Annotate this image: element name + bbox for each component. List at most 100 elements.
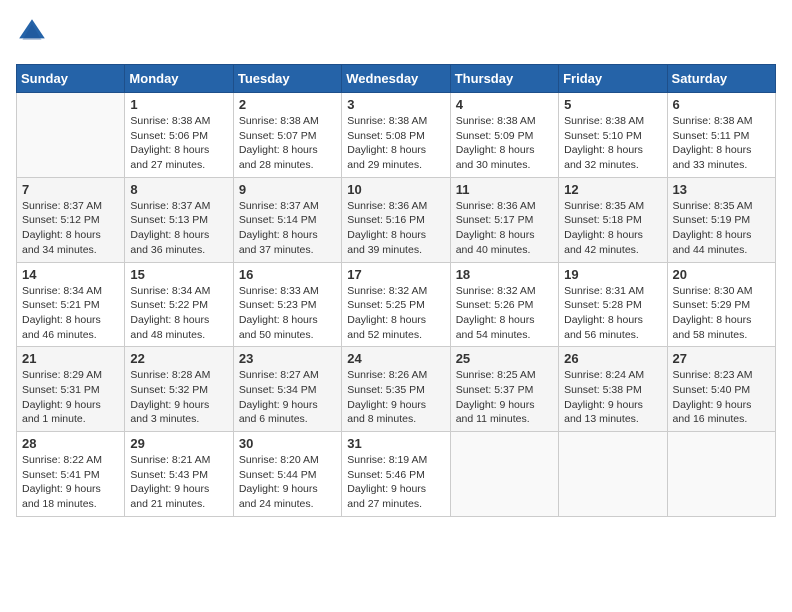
day-number: 6	[673, 97, 770, 112]
day-number: 28	[22, 436, 119, 451]
day-info: Sunrise: 8:31 AM Sunset: 5:28 PM Dayligh…	[564, 284, 661, 343]
day-info: Sunrise: 8:29 AM Sunset: 5:31 PM Dayligh…	[22, 368, 119, 427]
day-info: Sunrise: 8:35 AM Sunset: 5:18 PM Dayligh…	[564, 199, 661, 258]
day-number: 31	[347, 436, 444, 451]
calendar-cell: 18 Sunrise: 8:32 AM Sunset: 5:26 PM Dayli…	[450, 262, 558, 347]
calendar-cell: 22 Sunrise: 8:28 AM Sunset: 5:32 PM Dayli…	[125, 347, 233, 432]
day-info: Sunrise: 8:34 AM Sunset: 5:21 PM Dayligh…	[22, 284, 119, 343]
day-number: 10	[347, 182, 444, 197]
calendar-cell: 19 Sunrise: 8:31 AM Sunset: 5:28 PM Dayli…	[559, 262, 667, 347]
day-info: Sunrise: 8:33 AM Sunset: 5:23 PM Dayligh…	[239, 284, 336, 343]
calendar-cell: 23 Sunrise: 8:27 AM Sunset: 5:34 PM Dayli…	[233, 347, 341, 432]
day-info: Sunrise: 8:28 AM Sunset: 5:32 PM Dayligh…	[130, 368, 227, 427]
calendar-cell: 17 Sunrise: 8:32 AM Sunset: 5:25 PM Dayli…	[342, 262, 450, 347]
calendar-cell	[559, 432, 667, 517]
calendar-cell: 13 Sunrise: 8:35 AM Sunset: 5:19 PM Dayli…	[667, 177, 775, 262]
day-info: Sunrise: 8:37 AM Sunset: 5:13 PM Dayligh…	[130, 199, 227, 258]
day-info: Sunrise: 8:32 AM Sunset: 5:26 PM Dayligh…	[456, 284, 553, 343]
calendar-cell: 3Sunrise: 8:38 AM Sunset: 5:08 PM Daylig…	[342, 93, 450, 178]
calendar-header-thursday: Thursday	[450, 65, 558, 93]
calendar-header-monday: Monday	[125, 65, 233, 93]
day-info: Sunrise: 8:24 AM Sunset: 5:38 PM Dayligh…	[564, 368, 661, 427]
calendar-cell: 24 Sunrise: 8:26 AM Sunset: 5:35 PM Dayli…	[342, 347, 450, 432]
calendar-header-friday: Friday	[559, 65, 667, 93]
day-number: 5	[564, 97, 661, 112]
calendar-cell: 1Sunrise: 8:38 AM Sunset: 5:06 PM Daylig…	[125, 93, 233, 178]
calendar-header-wednesday: Wednesday	[342, 65, 450, 93]
calendar-cell: 15 Sunrise: 8:34 AM Sunset: 5:22 PM Dayli…	[125, 262, 233, 347]
day-info: Sunrise: 8:32 AM Sunset: 5:25 PM Dayligh…	[347, 284, 444, 343]
calendar-cell: 31Sunrise: 8:19 AM Sunset: 5:46 PM Dayli…	[342, 432, 450, 517]
logo-icon	[16, 16, 48, 48]
day-info: Sunrise: 8:37 AM Sunset: 5:14 PM Dayligh…	[239, 199, 336, 258]
day-number: 4	[456, 97, 553, 112]
page-header	[16, 16, 776, 48]
calendar-cell: 20Sunrise: 8:30 AM Sunset: 5:29 PM Dayli…	[667, 262, 775, 347]
day-info: Sunrise: 8:34 AM Sunset: 5:22 PM Dayligh…	[130, 284, 227, 343]
day-info: Sunrise: 8:37 AM Sunset: 5:12 PM Dayligh…	[22, 199, 119, 258]
day-number: 18	[456, 267, 553, 282]
calendar-cell: 2 Sunrise: 8:38 AM Sunset: 5:07 PM Daylig…	[233, 93, 341, 178]
calendar-cell: 9 Sunrise: 8:37 AM Sunset: 5:14 PM Daylig…	[233, 177, 341, 262]
day-number: 13	[673, 182, 770, 197]
calendar-cell: 28Sunrise: 8:22 AM Sunset: 5:41 PM Dayli…	[17, 432, 125, 517]
day-number: 3	[347, 97, 444, 112]
calendar-cell: 25 Sunrise: 8:25 AM Sunset: 5:37 PM Dayli…	[450, 347, 558, 432]
calendar-cell: 16 Sunrise: 8:33 AM Sunset: 5:23 PM Dayli…	[233, 262, 341, 347]
day-number: 22	[130, 351, 227, 366]
day-info: Sunrise: 8:38 AM Sunset: 5:07 PM Dayligh…	[239, 114, 336, 173]
calendar-header-saturday: Saturday	[667, 65, 775, 93]
calendar-week-row: 21 Sunrise: 8:29 AM Sunset: 5:31 PM Dayli…	[17, 347, 776, 432]
calendar-week-row: 14 Sunrise: 8:34 AM Sunset: 5:21 PM Dayli…	[17, 262, 776, 347]
day-number: 2	[239, 97, 336, 112]
calendar-cell	[667, 432, 775, 517]
day-number: 21	[22, 351, 119, 366]
day-number: 26	[564, 351, 661, 366]
day-number: 30	[239, 436, 336, 451]
calendar-table: SundayMondayTuesdayWednesdayThursdayFrid…	[16, 64, 776, 517]
day-info: Sunrise: 8:20 AM Sunset: 5:44 PM Dayligh…	[239, 453, 336, 512]
day-number: 9	[239, 182, 336, 197]
day-number: 24	[347, 351, 444, 366]
calendar-cell: 8 Sunrise: 8:37 AM Sunset: 5:13 PM Daylig…	[125, 177, 233, 262]
calendar-cell: 4 Sunrise: 8:38 AM Sunset: 5:09 PM Daylig…	[450, 93, 558, 178]
calendar-cell: 10 Sunrise: 8:36 AM Sunset: 5:16 PM Dayli…	[342, 177, 450, 262]
day-number: 12	[564, 182, 661, 197]
day-number: 27	[673, 351, 770, 366]
day-info: Sunrise: 8:36 AM Sunset: 5:16 PM Dayligh…	[347, 199, 444, 258]
day-number: 1	[130, 97, 227, 112]
day-info: Sunrise: 8:21 AM Sunset: 5:43 PM Dayligh…	[130, 453, 227, 512]
day-info: Sunrise: 8:38 AM Sunset: 5:10 PM Dayligh…	[564, 114, 661, 173]
calendar-week-row: 1Sunrise: 8:38 AM Sunset: 5:06 PM Daylig…	[17, 93, 776, 178]
day-number: 15	[130, 267, 227, 282]
day-info: Sunrise: 8:27 AM Sunset: 5:34 PM Dayligh…	[239, 368, 336, 427]
day-info: Sunrise: 8:38 AM Sunset: 5:11 PM Dayligh…	[673, 114, 770, 173]
calendar-cell: 5 Sunrise: 8:38 AM Sunset: 5:10 PM Daylig…	[559, 93, 667, 178]
day-info: Sunrise: 8:38 AM Sunset: 5:09 PM Dayligh…	[456, 114, 553, 173]
day-number: 8	[130, 182, 227, 197]
day-number: 23	[239, 351, 336, 366]
logo[interactable]	[16, 16, 52, 48]
day-number: 17	[347, 267, 444, 282]
calendar-header-row: SundayMondayTuesdayWednesdayThursdayFrid…	[17, 65, 776, 93]
calendar-cell: 12 Sunrise: 8:35 AM Sunset: 5:18 PM Dayli…	[559, 177, 667, 262]
day-number: 20	[673, 267, 770, 282]
day-info: Sunrise: 8:35 AM Sunset: 5:19 PM Dayligh…	[673, 199, 770, 258]
calendar-week-row: 7 Sunrise: 8:37 AM Sunset: 5:12 PM Daylig…	[17, 177, 776, 262]
calendar-cell	[450, 432, 558, 517]
calendar-cell	[17, 93, 125, 178]
day-info: Sunrise: 8:26 AM Sunset: 5:35 PM Dayligh…	[347, 368, 444, 427]
calendar-cell: 14 Sunrise: 8:34 AM Sunset: 5:21 PM Dayli…	[17, 262, 125, 347]
calendar-header-sunday: Sunday	[17, 65, 125, 93]
day-number: 25	[456, 351, 553, 366]
day-number: 16	[239, 267, 336, 282]
day-info: Sunrise: 8:25 AM Sunset: 5:37 PM Dayligh…	[456, 368, 553, 427]
calendar-cell: 6 Sunrise: 8:38 AM Sunset: 5:11 PM Daylig…	[667, 93, 775, 178]
day-number: 7	[22, 182, 119, 197]
calendar-cell: 11 Sunrise: 8:36 AM Sunset: 5:17 PM Dayli…	[450, 177, 558, 262]
day-number: 11	[456, 182, 553, 197]
day-number: 19	[564, 267, 661, 282]
day-info: Sunrise: 8:36 AM Sunset: 5:17 PM Dayligh…	[456, 199, 553, 258]
day-number: 14	[22, 267, 119, 282]
day-number: 29	[130, 436, 227, 451]
